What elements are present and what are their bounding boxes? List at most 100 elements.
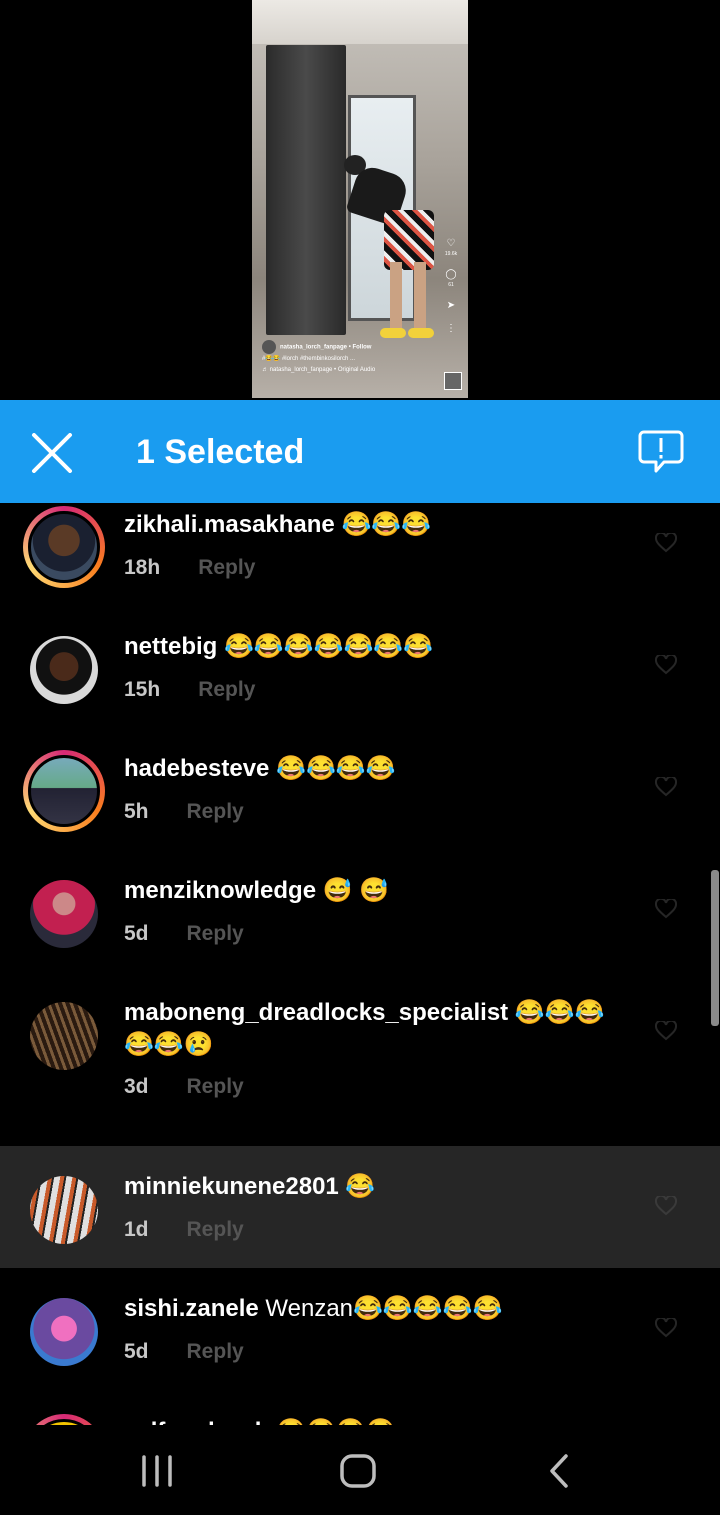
- heart-icon[interactable]: [654, 1019, 678, 1041]
- comments-list: zikhali.masakhane 😂😂😂 18h Reply nettebig …: [0, 505, 720, 1425]
- comment-body-continued: 😂😂😢: [124, 1031, 214, 1058]
- hashtags: #😂😂 #lorch #thembinkosilorch ...: [262, 356, 355, 362]
- report-icon[interactable]: [638, 430, 684, 474]
- comment-row-selected[interactable]: minniekunene2801 😂 1d Reply: [0, 1146, 720, 1268]
- reply-button[interactable]: Reply: [187, 1218, 244, 1241]
- reply-button[interactable]: Reply: [198, 556, 255, 579]
- close-icon[interactable]: [28, 433, 76, 473]
- comment-username[interactable]: selfmadessb: [124, 1418, 269, 1425]
- heart-icon[interactable]: [654, 897, 678, 919]
- home-icon[interactable]: [338, 1453, 378, 1489]
- comment-body: 😂😂😂😂: [269, 1418, 396, 1425]
- comment-body: 😂😂😂: [334, 511, 432, 538]
- comment-text: menziknowledge 😅 😅: [124, 875, 389, 907]
- comment-body: 😂😂😂😂😂😂😂: [217, 633, 434, 660]
- follow-link[interactable]: Follow: [352, 345, 371, 351]
- reel-video-preview[interactable]: ♡ 19.6k ◯ 61 ➤ ⋮ natasha_lorch_fanpage • F…: [252, 0, 468, 398]
- avatar[interactable]: [23, 1414, 105, 1425]
- heart-icon[interactable]: [654, 531, 678, 553]
- reply-button[interactable]: Reply: [187, 800, 244, 823]
- back-icon[interactable]: [540, 1453, 580, 1489]
- reply-button[interactable]: Reply: [187, 922, 244, 945]
- comment-username[interactable]: menziknowledge: [124, 877, 316, 904]
- heart-icon[interactable]: [654, 775, 678, 797]
- avatar[interactable]: [23, 506, 105, 588]
- comment-text: selfmadessb 😂😂😂😂: [124, 1416, 396, 1425]
- avatar-image: [30, 1176, 98, 1244]
- avatar[interactable]: [30, 1002, 98, 1070]
- reply-button[interactable]: Reply: [187, 1075, 244, 1098]
- reel-actions: ♡ 19.6k ◯ 61 ➤ ⋮: [442, 238, 460, 346]
- like-icon[interactable]: ♡ 19.6k: [442, 238, 460, 257]
- selection-bar: 1 Selected: [0, 400, 720, 503]
- system-nav-bar: [0, 1425, 720, 1515]
- comment-text: sishi.zanele Wenzan😂😂😂😂😂: [124, 1293, 502, 1325]
- comment-row[interactable]: selfmadessb 😂😂😂😂: [0, 1412, 720, 1425]
- comment-text: minniekunene2801 😂: [124, 1171, 375, 1203]
- person-shoe: [380, 328, 406, 338]
- comment-time: 5d: [124, 922, 149, 945]
- comment-row[interactable]: hadebesteve 😂😂😂😂 5h Reply: [0, 749, 720, 871]
- reply-button[interactable]: Reply: [187, 1340, 244, 1363]
- account-name[interactable]: natasha_lorch_fanpage: [280, 345, 347, 351]
- comment-text: hadebesteve 😂😂😂😂: [124, 753, 396, 785]
- avatar-image: [28, 755, 100, 827]
- audio-thumbnail[interactable]: [444, 372, 462, 390]
- comment-username[interactable]: hadebesteve: [124, 755, 269, 782]
- comment-username[interactable]: maboneng_dreadlocks_specialist: [124, 999, 508, 1026]
- comment-row[interactable]: sishi.zanele Wenzan😂😂😂😂😂 5d Reply: [0, 1268, 720, 1412]
- comment-meta: 3d Reply: [124, 1075, 244, 1099]
- comment-row[interactable]: maboneng_dreadlocks_specialist 😂😂😂 😂😂😢 3d…: [0, 993, 720, 1146]
- avatar-image: [30, 1002, 98, 1070]
- comment-time: 3d: [124, 1075, 149, 1098]
- comment-row[interactable]: nettebig 😂😂😂😂😂😂😂 15h Reply: [0, 627, 720, 749]
- scrollbar[interactable]: [711, 870, 719, 1026]
- avatar[interactable]: [30, 880, 98, 948]
- comment-time: 5h: [124, 800, 149, 823]
- fridge-door: [266, 45, 346, 335]
- more-icon[interactable]: ⋮: [442, 323, 460, 334]
- audio-label[interactable]: natasha_lorch_fanpage • Original Audio: [270, 367, 376, 373]
- heart-icon[interactable]: [654, 1316, 678, 1338]
- comment-row[interactable]: menziknowledge 😅 😅 5d Reply: [0, 871, 720, 993]
- reply-button[interactable]: Reply: [198, 678, 255, 701]
- selection-title: 1 Selected: [136, 433, 305, 471]
- comment-time: 18h: [124, 556, 161, 579]
- comment-meta: 5d Reply: [124, 1340, 244, 1364]
- comment-username[interactable]: minniekunene2801: [124, 1173, 339, 1200]
- person-shorts: [384, 210, 434, 270]
- comment-username[interactable]: sishi.zanele: [124, 1295, 259, 1322]
- account-avatar: [262, 340, 276, 354]
- comment-username[interactable]: nettebig: [124, 633, 217, 660]
- person-leg: [390, 262, 402, 332]
- kitchen-cabinet: [252, 0, 468, 44]
- avatar[interactable]: [30, 1176, 98, 1244]
- comment-row[interactable]: zikhali.masakhane 😂😂😂 18h Reply: [0, 505, 720, 627]
- comment-meta: 15h Reply: [124, 678, 255, 702]
- comment-body: 😂😂😂😂: [269, 755, 396, 782]
- avatar[interactable]: [30, 636, 98, 704]
- person-shoe: [408, 328, 434, 338]
- comment-text: zikhali.masakhane 😂😂😂: [124, 509, 431, 541]
- share-icon[interactable]: ➤: [442, 300, 460, 311]
- comment-time: 15h: [124, 678, 161, 701]
- heart-icon[interactable]: [654, 1194, 678, 1216]
- comment-username[interactable]: zikhali.masakhane: [124, 511, 335, 538]
- like-count: 19.6k: [444, 251, 458, 257]
- comment-count: 61: [448, 282, 454, 288]
- heart-icon[interactable]: [654, 653, 678, 675]
- avatar[interactable]: [23, 750, 105, 832]
- comment-body: 😂: [338, 1173, 376, 1200]
- avatar-image: [30, 636, 98, 704]
- comment-body: 😂😂😂: [508, 999, 605, 1026]
- comment-icon[interactable]: ◯ 61: [442, 269, 460, 288]
- reel-caption: natasha_lorch_fanpage • Follow #😂😂 #lorc…: [262, 340, 438, 376]
- comment-meta: 5h Reply: [124, 800, 244, 824]
- comment-time: 5d: [124, 1340, 149, 1363]
- avatar-image: [30, 880, 98, 948]
- comment-text: maboneng_dreadlocks_specialist 😂😂😂 😂😂😢: [124, 997, 624, 1061]
- avatar[interactable]: [30, 1298, 98, 1366]
- recent-apps-icon[interactable]: [137, 1453, 177, 1489]
- comment-body: 😅 😅: [316, 877, 390, 904]
- comment-meta: 18h Reply: [124, 556, 255, 580]
